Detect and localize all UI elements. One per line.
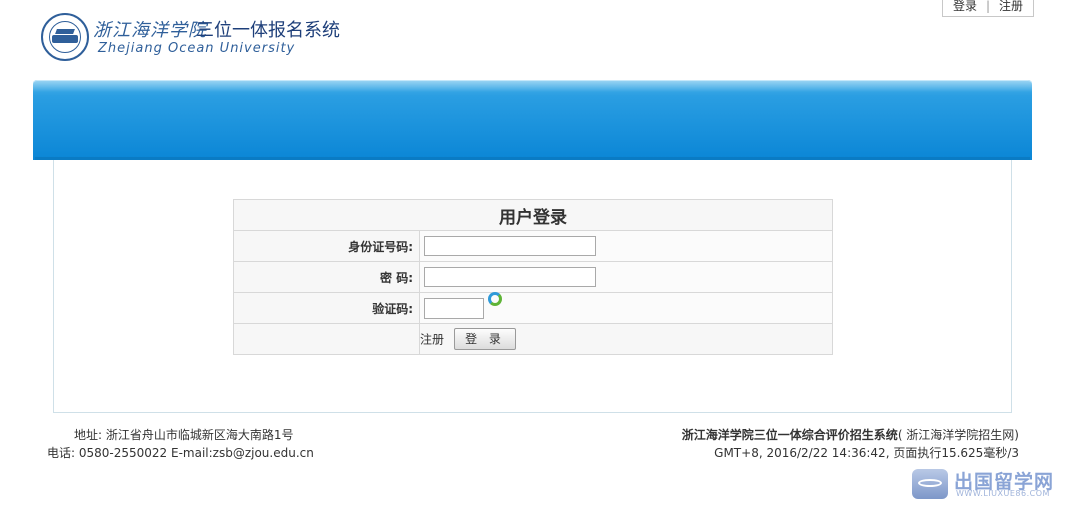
login-form: 用户登录 身份证号码: 密 码: 验证码: 注册登 录 bbox=[233, 199, 833, 355]
footer-site-name[interactable]: ( 浙江海洋学院招生网) bbox=[898, 428, 1019, 442]
refresh-captcha-icon[interactable] bbox=[488, 291, 502, 306]
footer-system-name[interactable]: 浙江海洋学院三位一体综合评价招生系统 bbox=[682, 428, 898, 442]
password-input[interactable] bbox=[424, 267, 596, 287]
watermark-url: WWW.LIUXUE86.COM bbox=[956, 489, 1050, 498]
form-footer-left bbox=[233, 323, 420, 355]
school-name-en: Zhejiang Ocean University bbox=[98, 41, 296, 56]
top-links: 登录 | 注册 bbox=[942, 0, 1034, 17]
captcha-input[interactable] bbox=[424, 297, 484, 319]
school-name-cn: 浙江海洋学院 bbox=[93, 20, 207, 41]
watermark-logo: 出国留学网 WWW.LIUXUE86.COM bbox=[912, 467, 1072, 503]
footer-address: 地址: 浙江省舟山市临城新区海大南路1号 bbox=[74, 428, 294, 442]
site-logo[interactable]: 浙江海洋学院 三位一体报名系统 Zhejiang Ocean Universit… bbox=[41, 13, 381, 65]
captcha-label: 验证码: bbox=[233, 292, 420, 324]
university-seal-icon bbox=[41, 13, 89, 61]
system-title: 三位一体报名系统 bbox=[196, 20, 340, 41]
footer-contact: 地址: 浙江省舟山市临城新区海大南路1号 电话: 0580-2550022 E-… bbox=[47, 426, 314, 462]
footer-phone: 电话: 0580-2550022 E-mail:zsb@zjou.edu.cn bbox=[47, 446, 314, 460]
top-register-link[interactable]: 注册 bbox=[990, 0, 1032, 16]
id-number-label: 身份证号码: bbox=[233, 230, 420, 262]
login-button[interactable]: 登 录 bbox=[454, 328, 517, 350]
footer-runtime: GMT+8, 2016/2/22 14:36:42, 页面执行15.625毫秒/… bbox=[714, 446, 1019, 460]
id-number-input[interactable] bbox=[424, 236, 596, 256]
form-footer-right: 注册登 录 bbox=[419, 323, 833, 355]
globe-cap-icon bbox=[912, 469, 948, 499]
top-login-link[interactable]: 登录 bbox=[944, 0, 986, 16]
login-title: 用户登录 bbox=[233, 199, 833, 231]
register-link[interactable]: 注册 bbox=[420, 333, 444, 347]
footer-info: 浙江海洋学院三位一体综合评价招生系统( 浙江海洋学院招生网) GMT+8, 20… bbox=[682, 426, 1019, 462]
password-label: 密 码: bbox=[233, 261, 420, 293]
header-banner bbox=[33, 80, 1032, 160]
